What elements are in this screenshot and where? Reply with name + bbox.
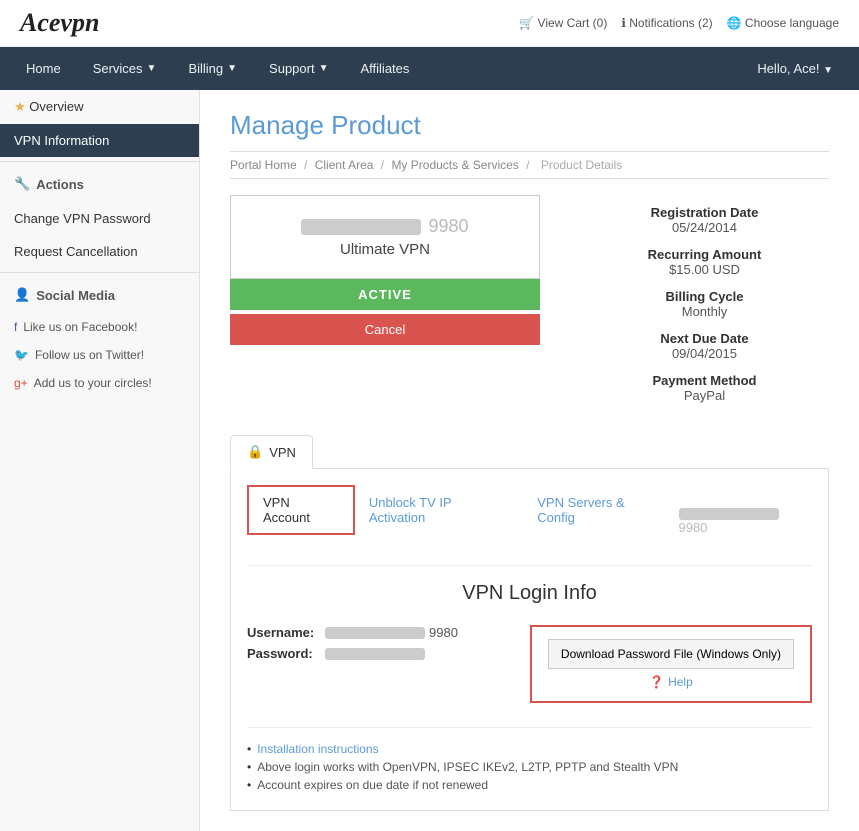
sidebar-divider-1 — [0, 161, 199, 162]
sub-tab-vpn-servers[interactable]: VPN Servers & Config — [523, 487, 678, 533]
vpn-section: 🔒 VPN VPN Account Unblock TV IP Activati… — [230, 435, 829, 811]
vpn-content: VPN Account Unblock TV IP Activation VPN… — [230, 469, 829, 811]
download-box: Download Password File (Windows Only) ❓ … — [530, 625, 812, 703]
username-row: Username: 9980 — [247, 625, 490, 640]
product-details: Registration Date 05/24/2014 Recurring A… — [580, 195, 829, 415]
product-name: Ultimate VPN — [251, 241, 519, 258]
installation-instructions-link[interactable]: Installation instructions — [257, 742, 378, 756]
detail-registration-date: Registration Date 05/24/2014 — [580, 205, 829, 235]
wrench-icon: 🔧 — [14, 176, 30, 192]
credentials: Username: 9980 Password: — [247, 625, 490, 667]
facebook-icon: f — [14, 320, 17, 334]
nav-user[interactable]: Hello, Ace! ▼ — [741, 47, 849, 90]
top-bar: Acevpn 🛒 View Cart (0) ℹ Notifications (… — [0, 0, 859, 47]
detail-recurring-amount: Recurring Amount $15.00 USD — [580, 247, 829, 277]
cart-link[interactable]: 🛒 View Cart (0) — [519, 16, 607, 30]
main-layout: ★ Overview VPN Information 🔧 Actions Cha… — [0, 90, 859, 831]
bell-icon: ℹ — [621, 16, 626, 30]
social-icon: 👤 — [14, 287, 30, 303]
note-installation: Installation instructions — [247, 740, 812, 758]
note-expiry: Account expires on due date if not renew… — [247, 776, 812, 794]
nav-affiliates[interactable]: Affiliates — [345, 47, 426, 90]
product-status-badge: ACTIVE — [230, 279, 540, 310]
username-blur — [325, 627, 425, 639]
password-row: Password: — [247, 646, 490, 661]
chevron-down-icon: ▼ — [319, 63, 329, 74]
note-protocols: Above login works with OpenVPN, IPSEC IK… — [247, 758, 812, 776]
notes-list: Installation instructions Above login wo… — [247, 740, 812, 794]
breadcrumb: Portal Home / Client Area / My Products … — [230, 151, 829, 179]
sidebar-item-change-vpn-password[interactable]: Change VPN Password — [0, 202, 199, 235]
page-title: Manage Product — [230, 110, 829, 141]
breadcrumb-sep-2: / — [381, 158, 388, 172]
product-card: 9980 Ultimate VPN ACTIVE Cancel — [230, 195, 540, 415]
content-area: Manage Product Portal Home / Client Area… — [200, 90, 859, 831]
tab-bar: 🔒 VPN — [230, 435, 829, 469]
chevron-down-icon: ▼ — [227, 63, 237, 74]
sidebar-item-vpn-info[interactable]: VPN Information — [0, 124, 199, 157]
detail-billing-cycle: Billing Cycle Monthly — [580, 289, 829, 319]
username-label: Username: — [247, 625, 317, 640]
sub-tab-vpn-account[interactable]: VPN Account — [247, 485, 355, 535]
breadcrumb-sep-1: / — [304, 158, 311, 172]
question-icon: ❓ — [649, 675, 664, 689]
nav-billing[interactable]: Billing ▼ — [172, 47, 253, 90]
cart-icon: 🛒 — [519, 16, 534, 30]
sidebar-item-request-cancellation[interactable]: Request Cancellation — [0, 235, 199, 268]
googleplus-icon: g+ — [14, 376, 28, 390]
breadcrumb-sep-3: / — [526, 158, 533, 172]
vpn-account-id-blur — [679, 508, 779, 520]
password-label: Password: — [247, 646, 317, 661]
sidebar-divider-2 — [0, 272, 199, 273]
twitter-icon: 🐦 — [14, 348, 29, 362]
vpn-account-id: 9980 — [679, 505, 812, 535]
password-blur — [325, 648, 425, 660]
login-info-row: Username: 9980 Password: Download Passwo… — [247, 625, 812, 703]
vpn-account-bar: VPN Account Unblock TV IP Activation VPN… — [247, 485, 812, 566]
top-links: 🛒 View Cart (0) ℹ Notifications (2) 🌐 Ch… — [519, 16, 839, 30]
chevron-down-icon: ▼ — [147, 63, 157, 74]
download-password-file-button[interactable]: Download Password File (Windows Only) — [548, 639, 794, 669]
nav-home[interactable]: Home — [10, 47, 77, 90]
notes-section: Installation instructions Above login wo… — [247, 727, 812, 794]
nav-services[interactable]: Services ▼ — [77, 47, 173, 90]
username-suffix: 9980 — [429, 625, 458, 640]
vpn-login-title: VPN Login Info — [247, 582, 812, 605]
sub-tab-unblock-tv[interactable]: Unblock TV IP Activation — [355, 487, 523, 533]
tab-vpn[interactable]: 🔒 VPN — [230, 435, 313, 469]
star-icon: ★ — [14, 99, 26, 114]
breadcrumb-my-products[interactable]: My Products & Services — [391, 158, 518, 172]
notifications-link[interactable]: ℹ Notifications (2) — [621, 16, 712, 30]
logo: Acevpn — [20, 8, 99, 38]
cancel-button[interactable]: Cancel — [230, 314, 540, 345]
sidebar-item-twitter[interactable]: 🐦 Follow us on Twitter! — [0, 341, 199, 369]
help-link[interactable]: ❓ Help — [548, 675, 794, 689]
sidebar-item-overview[interactable]: ★ Overview — [0, 90, 199, 124]
sub-tabs: VPN Account Unblock TV IP Activation VPN… — [247, 485, 679, 535]
breadcrumb-portal-home[interactable]: Portal Home — [230, 158, 297, 172]
product-area: 9980 Ultimate VPN ACTIVE Cancel Registra… — [230, 195, 829, 415]
globe-icon: 🌐 — [727, 16, 742, 30]
product-id-blur — [301, 219, 421, 235]
detail-next-due-date: Next Due Date 09/04/2015 — [580, 331, 829, 361]
sidebar-actions-header: 🔧 Actions — [0, 166, 199, 202]
nav-support[interactable]: Support ▼ — [253, 47, 344, 90]
language-link[interactable]: 🌐 Choose language — [727, 16, 839, 30]
product-id: 9980 — [251, 216, 519, 237]
breadcrumb-client-area[interactable]: Client Area — [315, 158, 374, 172]
detail-payment-method: Payment Method PayPal — [580, 373, 829, 403]
chevron-down-icon: ▼ — [823, 65, 833, 76]
vpn-tab-icon: 🔒 — [247, 444, 263, 460]
sidebar: ★ Overview VPN Information 🔧 Actions Cha… — [0, 90, 200, 831]
sidebar-item-googleplus[interactable]: g+ Add us to your circles! — [0, 369, 199, 397]
breadcrumb-product-details: Product Details — [541, 158, 622, 172]
sidebar-social-header: 👤 Social Media — [0, 277, 199, 313]
main-nav: Home Services ▼ Billing ▼ Support ▼ Affi… — [0, 47, 859, 90]
sidebar-item-facebook[interactable]: f Like us on Facebook! — [0, 313, 199, 341]
product-box: 9980 Ultimate VPN — [230, 195, 540, 279]
